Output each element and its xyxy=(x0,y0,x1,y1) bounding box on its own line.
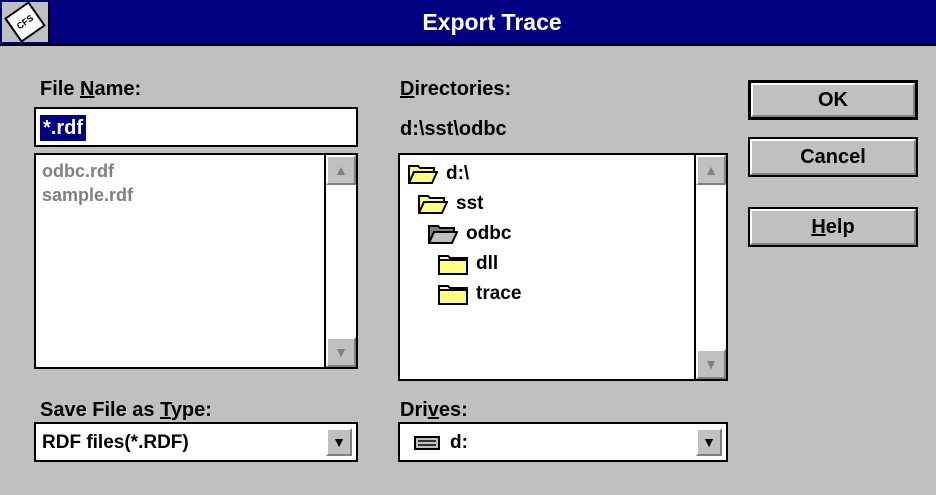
file-name-input[interactable]: *.rdf xyxy=(34,107,358,147)
directory-item[interactable]: d:\ xyxy=(408,159,469,189)
scroll-down-arrow-icon[interactable]: ▼ xyxy=(326,337,356,367)
file-name-label: File Name: xyxy=(40,78,142,100)
open-folder-icon xyxy=(418,195,448,214)
directory-item[interactable]: dll xyxy=(438,249,498,279)
system-menu-button[interactable]: CFS xyxy=(2,1,50,43)
directory-item[interactable]: sst xyxy=(418,189,483,219)
file-list-item[interactable]: sample.rdf xyxy=(42,183,133,207)
drives-selection: d: xyxy=(414,430,468,456)
directory-list-scrollbar[interactable]: ▲ ▼ xyxy=(694,155,726,379)
directory-list[interactable]: d:\ sst odbc dll trace ▲ ▼ xyxy=(398,153,728,381)
directories-label: Directories: xyxy=(400,78,512,100)
directory-item-selected[interactable]: odbc xyxy=(428,219,511,249)
closed-folder-icon xyxy=(438,255,468,275)
drives-value: d: xyxy=(450,432,468,453)
scroll-up-arrow-icon[interactable]: ▲ xyxy=(326,155,356,185)
ok-button[interactable]: OK xyxy=(748,80,918,120)
scroll-up-arrow-icon[interactable]: ▲ xyxy=(696,155,726,185)
closed-folder-icon xyxy=(438,285,468,305)
file-name-value: *.rdf xyxy=(40,115,86,141)
save-type-value: RDF files(*.RDF) xyxy=(42,432,189,453)
scroll-down-arrow-icon[interactable]: ▼ xyxy=(696,349,726,379)
open-folder-icon xyxy=(408,165,438,184)
dialog-title: Export Trace xyxy=(422,9,562,35)
current-directory-path: d:\sst\odbc xyxy=(400,118,507,140)
cancel-button[interactable]: Cancel xyxy=(748,137,918,177)
drive-icon xyxy=(414,436,440,450)
file-list-scrollbar[interactable]: ▲ ▼ xyxy=(324,155,356,367)
help-button[interactable]: Help xyxy=(748,207,918,247)
title-bar[interactable]: CFS Export Trace xyxy=(0,0,936,46)
dropdown-arrow-icon[interactable]: ▼ xyxy=(326,428,352,456)
open-folder-selected-icon xyxy=(428,225,458,244)
file-list[interactable]: odbc.rdf sample.rdf ▲ ▼ xyxy=(34,153,358,369)
file-list-item[interactable]: odbc.rdf xyxy=(42,159,114,183)
drives-dropdown[interactable]: d: ▼ xyxy=(398,422,728,462)
dropdown-arrow-icon[interactable]: ▼ xyxy=(696,428,722,456)
save-type-label: Save File as Type: xyxy=(40,399,212,421)
save-type-dropdown[interactable]: RDF files(*.RDF) ▼ xyxy=(34,422,358,462)
drives-label: Drives: xyxy=(400,399,468,421)
cfs-logo-icon: CFS xyxy=(4,1,46,43)
directory-item[interactable]: trace xyxy=(438,279,521,309)
export-trace-dialog: CFS Export Trace File Name: *.rdf odbc.r… xyxy=(0,0,936,495)
